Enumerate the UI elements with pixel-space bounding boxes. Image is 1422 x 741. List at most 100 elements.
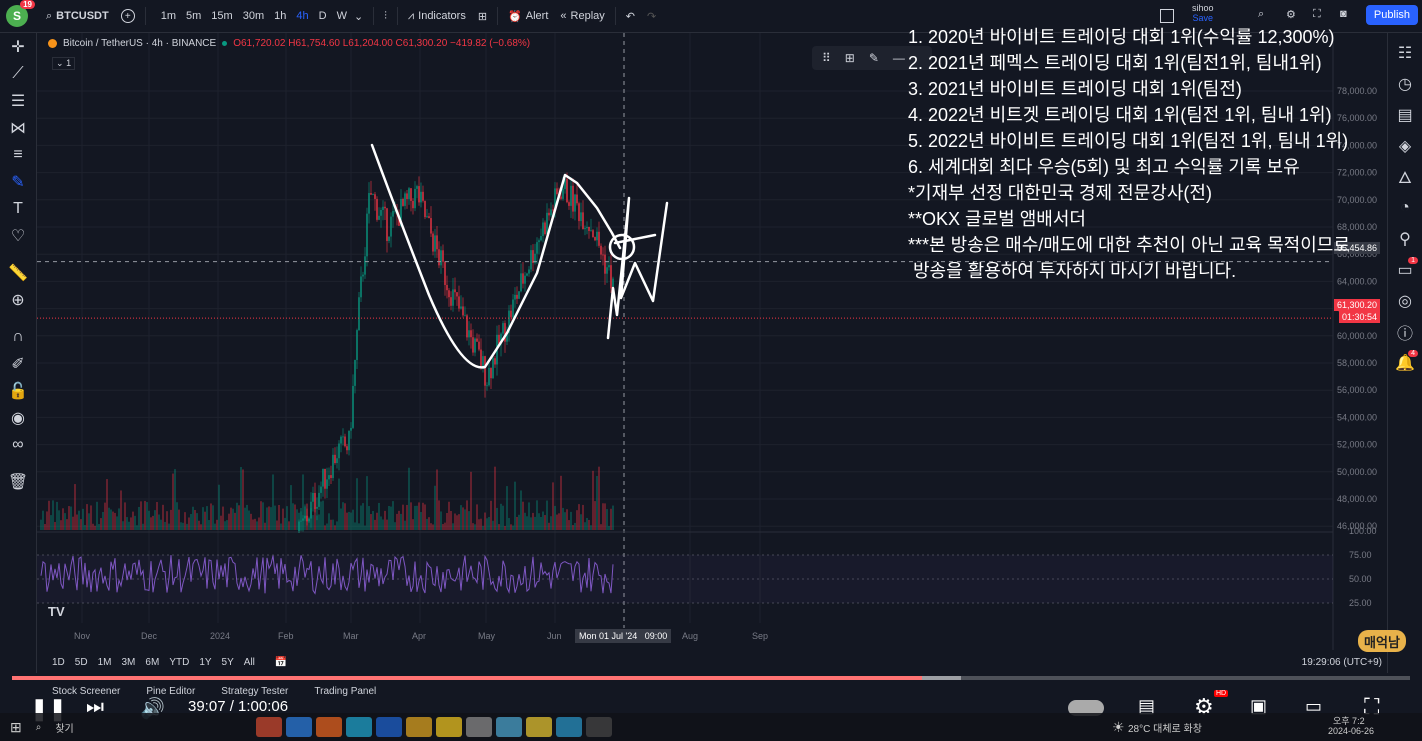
- fib-tool[interactable]: ≡: [0, 141, 36, 168]
- taskbar-app-icon[interactable]: [435, 717, 462, 737]
- range-1d[interactable]: 1D: [47, 657, 70, 668]
- candles-icon: ⫶: [384, 9, 387, 22]
- hotlist-button[interactable]: 🜂: [1388, 161, 1422, 192]
- volume-bar: [522, 501, 524, 530]
- symbol-search[interactable]: ⌕ BTCUSDT: [40, 0, 115, 32]
- volume-bar: [536, 500, 538, 530]
- text-tool[interactable]: T: [0, 195, 36, 222]
- zoom-tool[interactable]: ⊕: [0, 286, 36, 313]
- timeframe-4h[interactable]: 4h: [291, 10, 313, 22]
- streams-button[interactable]: ◎: [1388, 285, 1422, 316]
- hide-tool[interactable]: ◉: [0, 404, 36, 431]
- taskbar-app-icon[interactable]: [465, 717, 492, 737]
- notifications-button[interactable]: 🔔 4: [1388, 347, 1422, 378]
- timeframe-1m[interactable]: 1m: [156, 10, 181, 22]
- volume-bar: [234, 512, 236, 530]
- timeframe-15m[interactable]: 15m: [206, 10, 237, 22]
- candle-body: [550, 209, 552, 216]
- timeframe-5m[interactable]: 5m: [181, 10, 206, 22]
- windows-start-icon[interactable]: ⊞: [10, 719, 22, 736]
- timeframe-w[interactable]: W: [332, 10, 352, 22]
- taskbar-app-icon[interactable]: [405, 717, 432, 737]
- broadcast-icon: ◎: [1398, 292, 1412, 310]
- taskbar-app-icon[interactable]: [315, 717, 342, 737]
- magnet-tool[interactable]: ∩: [0, 323, 36, 350]
- range-5y[interactable]: 5Y: [217, 657, 239, 668]
- undo-button[interactable]: ↶: [620, 0, 641, 32]
- link-tool[interactable]: ∞: [0, 431, 36, 458]
- taskbar-app-icon[interactable]: [345, 717, 372, 737]
- camera-icon[interactable]: ◙: [1340, 8, 1347, 20]
- indicators-button[interactable]: ⩘ Indicators: [402, 0, 472, 32]
- horizontal-lines-tool[interactable]: ☰: [0, 87, 36, 114]
- range-5d[interactable]: 5D: [70, 657, 93, 668]
- date-range-icon[interactable]: 📅: [270, 657, 292, 668]
- range-ytd[interactable]: YTD: [164, 657, 194, 668]
- candle-body: [344, 436, 346, 447]
- candle-body: [516, 294, 518, 299]
- layout-button[interactable]: [1160, 9, 1174, 23]
- range-all[interactable]: All: [239, 657, 260, 668]
- range-1m[interactable]: 1M: [93, 657, 117, 668]
- taskbar-app-icon[interactable]: [555, 717, 582, 737]
- chart-type-button[interactable]: ⫶: [378, 0, 393, 32]
- range-1y[interactable]: 1Y: [194, 657, 216, 668]
- taskbar-app-icon[interactable]: [375, 717, 402, 737]
- trendline-tool[interactable]: ⟋: [0, 60, 36, 87]
- taskbar-app-icon[interactable]: [255, 717, 282, 737]
- add-symbol-button[interactable]: +: [115, 0, 141, 32]
- taskbar-app-icon[interactable]: [495, 717, 522, 737]
- layout-save[interactable]: sihoo Save: [1192, 3, 1214, 23]
- volume-bar: [340, 508, 342, 530]
- taskbar-app-icon[interactable]: [285, 717, 312, 737]
- chevron-down-icon[interactable]: ⌄: [354, 10, 363, 23]
- templates-button[interactable]: ⊞: [472, 0, 493, 32]
- watchlist-button[interactable]: ☷: [1388, 37, 1422, 68]
- data-window-button[interactable]: ▤: [1388, 99, 1422, 130]
- volume-bar: [254, 518, 256, 530]
- remove-tool[interactable]: 🗑: [0, 468, 36, 495]
- line-style-icon[interactable]: —: [893, 51, 905, 65]
- measure-tool[interactable]: 📏: [0, 259, 36, 286]
- indicator-toggle[interactable]: ⌄ 1: [52, 57, 76, 70]
- drag-handle-icon[interactable]: ⠿: [822, 51, 831, 65]
- volume-bar: [80, 519, 82, 530]
- pattern-tool[interactable]: ⋈: [0, 114, 36, 141]
- alerts-panel-button[interactable]: ◷: [1388, 68, 1422, 99]
- rsi-tick-label: 25.00: [1349, 598, 1372, 608]
- timeframe-1h[interactable]: 1h: [269, 10, 291, 22]
- taskbar-app-icon[interactable]: [585, 717, 612, 737]
- redo-button[interactable]: ↷: [641, 0, 662, 32]
- taskbar-search[interactable]: 찾기: [55, 720, 73, 735]
- range-6m[interactable]: 6M: [140, 657, 164, 668]
- lock-tool[interactable]: 🔓: [0, 377, 36, 404]
- alert-button[interactable]: ⏰ Alert: [502, 0, 554, 32]
- layers-button[interactable]: ◈: [1388, 130, 1422, 161]
- stay-drawing-tool[interactable]: ✐: [0, 350, 36, 377]
- range-3m[interactable]: 3M: [117, 657, 141, 668]
- help-button[interactable]: ⓘ: [1388, 316, 1422, 347]
- candle-body: [526, 273, 528, 276]
- taskbar-app-icon[interactable]: [525, 717, 552, 737]
- crosshair-tool[interactable]: ✛: [0, 33, 36, 60]
- quick-search-icon[interactable]: ⌕: [1258, 8, 1264, 21]
- publish-button[interactable]: Publish: [1365, 5, 1418, 25]
- timeframe-d[interactable]: D: [314, 10, 332, 22]
- user-avatar[interactable]: S 19: [6, 0, 35, 27]
- volume-bar: [316, 515, 318, 530]
- replay-button[interactable]: «Replay: [554, 0, 610, 32]
- templates-icon[interactable]: ⊞: [845, 51, 855, 65]
- volume-bar: [514, 481, 516, 530]
- icon-tool[interactable]: ♡: [0, 222, 36, 249]
- brush-tool[interactable]: ✎: [0, 168, 36, 195]
- volume-bar: [52, 500, 54, 530]
- calendar-button[interactable]: ◔: [1388, 192, 1422, 223]
- pencil-icon[interactable]: ✎: [869, 51, 879, 65]
- volume-bar: [382, 519, 384, 530]
- chats-button[interactable]: ▭ 1: [1388, 254, 1422, 285]
- fullscreen-icon[interactable]: ⛶: [1313, 8, 1321, 21]
- timeframe-30m[interactable]: 30m: [238, 10, 269, 22]
- ideas-button[interactable]: ⚲: [1388, 223, 1422, 254]
- volume-bar: [594, 501, 596, 530]
- gear-icon[interactable]: ⚙: [1286, 8, 1296, 21]
